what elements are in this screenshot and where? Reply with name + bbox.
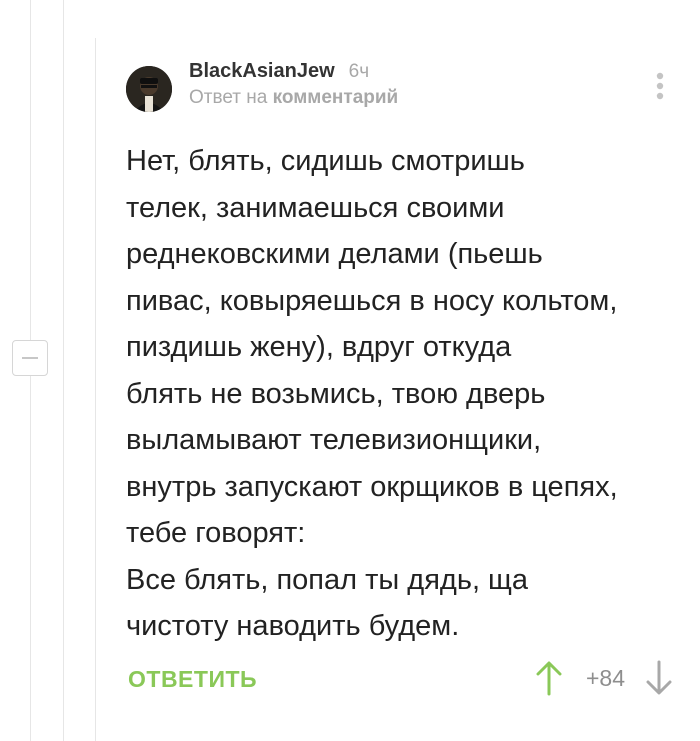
comment-line: реднековскими делами (пьешь bbox=[126, 238, 543, 270]
reply-context: Ответ на комментарий bbox=[189, 87, 398, 109]
comment-body: Нет, блять, сидишь смотришь телек, заним… bbox=[126, 138, 686, 650]
avatar-image bbox=[126, 66, 172, 112]
collapse-thread-button[interactable] bbox=[12, 340, 48, 376]
comment-line: чистоту наводить будем. bbox=[126, 610, 460, 642]
thread-line bbox=[63, 0, 64, 741]
rating: +84 bbox=[586, 665, 626, 691]
comment-meta: BlackAsianJew 6ч Ответ на комментарий bbox=[189, 60, 398, 109]
comment-line: пивас, ковыряешься в носу кольтом, bbox=[126, 284, 618, 317]
username[interactable]: BlackAsianJew bbox=[189, 60, 335, 83]
comment-line: внутрь запускают окрщиков в цепях, bbox=[126, 470, 618, 503]
user-line: BlackAsianJew 6ч bbox=[189, 60, 398, 83]
comment-line: телек, занимаешься своими bbox=[126, 191, 505, 224]
more-vertical-icon[interactable] bbox=[655, 72, 665, 102]
arrow-up-icon[interactable] bbox=[536, 660, 562, 696]
comment-header: BlackAsianJew 6ч Ответ на комментарий bbox=[126, 60, 398, 112]
minus-icon bbox=[22, 357, 38, 359]
avatar[interactable] bbox=[126, 66, 172, 112]
reply-prefix: Ответ на bbox=[189, 87, 268, 108]
comment-line: тебе говорят: bbox=[126, 517, 306, 549]
comment-line: Все блять, попал ты дядь, ща bbox=[126, 563, 529, 596]
comment-line: блять не возьмись, твою дверь bbox=[126, 377, 546, 410]
timestamp: 6ч bbox=[348, 61, 370, 82]
comment-line: пиздишь жену), вдруг откуда bbox=[126, 331, 512, 363]
parent-comment-link[interactable]: комментарий bbox=[273, 87, 399, 108]
comment-actions: ОТВЕТИТЬ +84 bbox=[126, 660, 686, 700]
comment-line: Нет, блять, сидишь смотришь bbox=[126, 145, 525, 177]
arrow-down-icon[interactable] bbox=[646, 660, 672, 696]
comment-line: выламывают телевизионщики, bbox=[126, 424, 542, 456]
reply-button[interactable]: ОТВЕТИТЬ bbox=[128, 666, 257, 693]
comment: BlackAsianJew 6ч Ответ на комментарий Не… bbox=[96, 40, 700, 740]
